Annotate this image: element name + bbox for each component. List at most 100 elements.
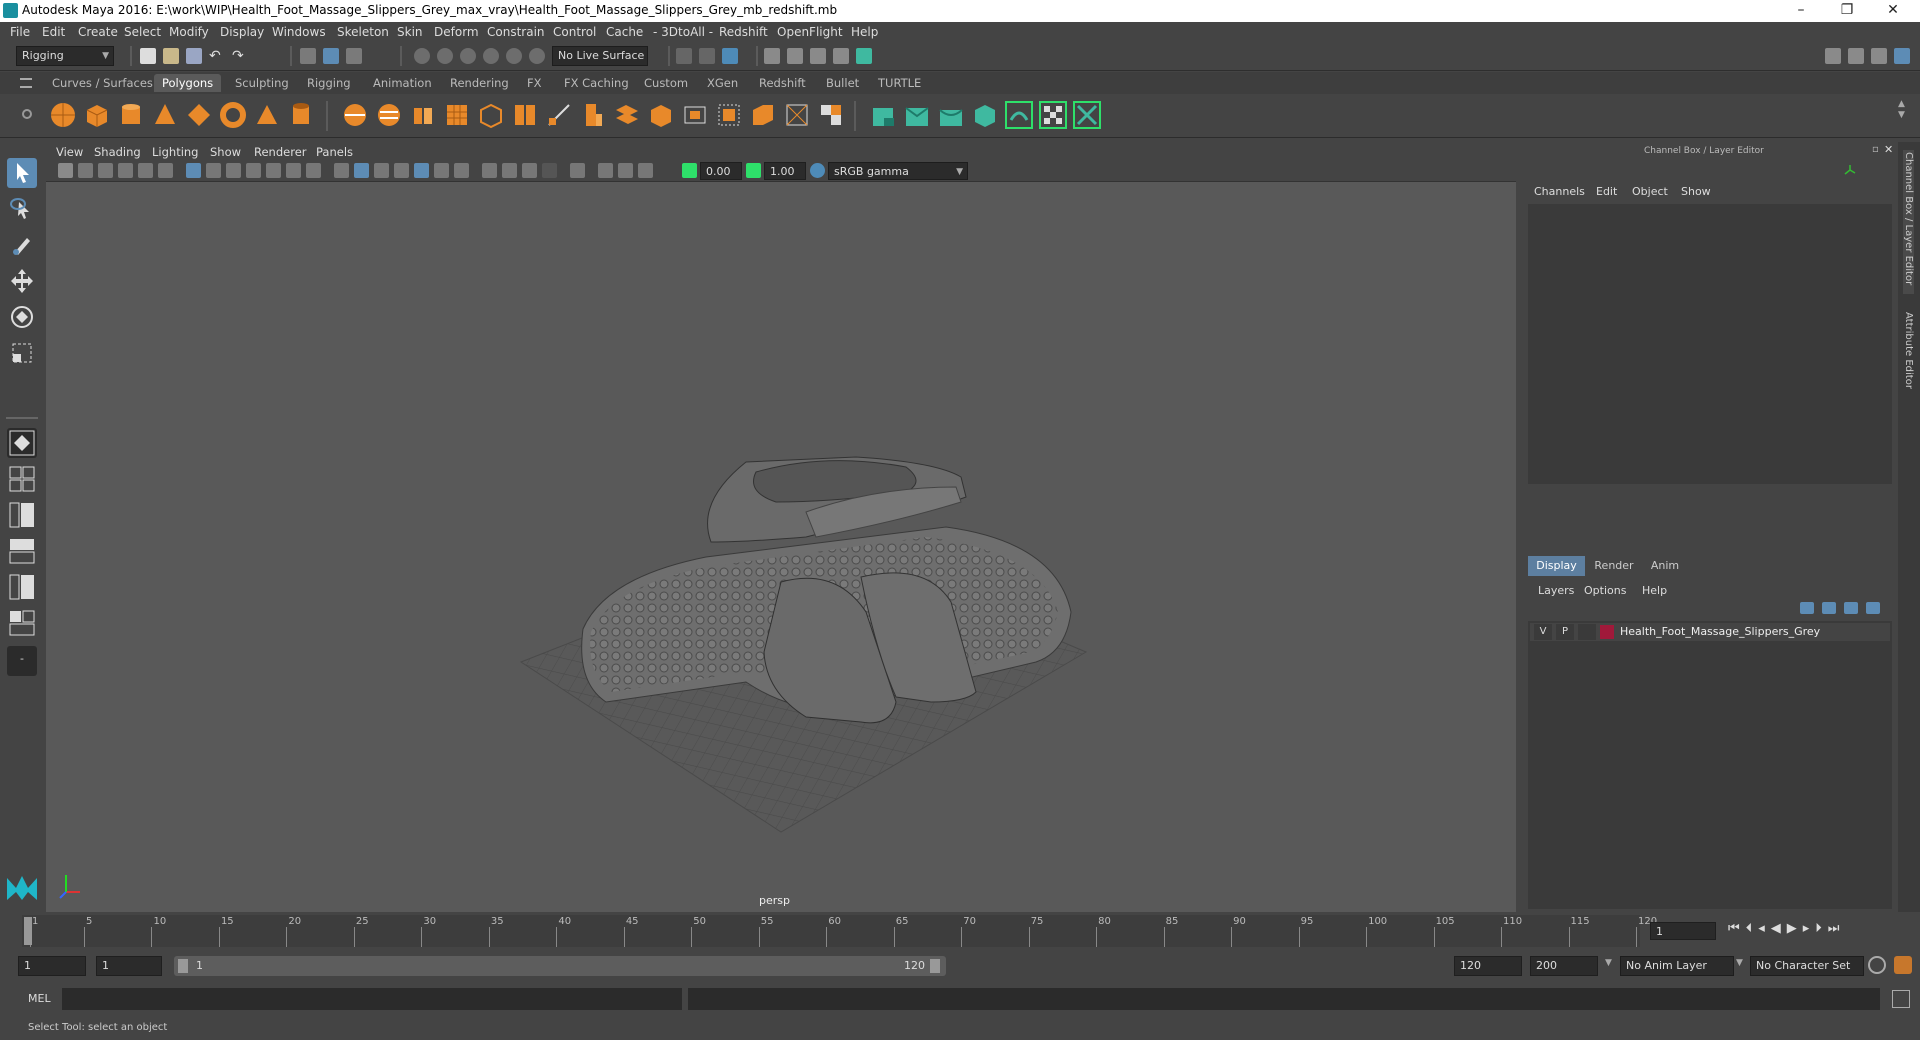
- scale-tool-icon[interactable]: [7, 338, 37, 368]
- snap-grid-icon[interactable]: [414, 48, 430, 64]
- persp-texture-layout-icon[interactable]: [7, 608, 37, 638]
- poly-cube-icon[interactable]: [82, 100, 112, 130]
- lasso-tool-icon[interactable]: [7, 194, 37, 224]
- poly-torus-icon[interactable]: [218, 100, 248, 130]
- channels-menu[interactable]: Channels: [1534, 185, 1585, 198]
- shelf-scroll-icon[interactable]: ▲ ▼: [1898, 99, 1905, 121]
- extract-icon[interactable]: [408, 100, 438, 130]
- multisample-aa-icon[interactable]: [522, 163, 537, 178]
- redshift-render-icon[interactable]: [856, 48, 872, 64]
- gamma-icon[interactable]: [746, 163, 761, 178]
- tool-settings-icon[interactable]: [1871, 48, 1887, 64]
- menu-select[interactable]: Select: [124, 25, 161, 39]
- step-back-key-icon[interactable]: ◂: [1758, 921, 1771, 936]
- side-tab-attribute-editor[interactable]: Attribute Editor: [1903, 312, 1914, 389]
- default-material-icon[interactable]: [374, 163, 389, 178]
- close-button[interactable]: ✕: [1870, 0, 1916, 22]
- layer-visibility-toggle[interactable]: V: [1534, 624, 1552, 640]
- menu-constrain[interactable]: Constrain: [487, 25, 545, 39]
- snap-view-plane-icon[interactable]: [483, 48, 499, 64]
- 2d-pan-zoom-icon[interactable]: [138, 163, 153, 178]
- step-forward-key-icon[interactable]: ▸: [1803, 921, 1816, 936]
- layer-tab-render[interactable]: Render: [1588, 556, 1640, 576]
- uv-layout-icon[interactable]: [1072, 100, 1102, 130]
- exposure-field[interactable]: 0.00: [700, 162, 742, 180]
- viewport-menu-lighting[interactable]: Lighting: [152, 145, 198, 159]
- select-component-icon[interactable]: [346, 48, 362, 64]
- combine-icon[interactable]: [340, 100, 370, 130]
- paint-select-icon[interactable]: [7, 230, 37, 260]
- multi-cut-icon[interactable]: [544, 100, 574, 130]
- hypershade-icon[interactable]: [833, 48, 849, 64]
- side-tab-channel-box[interactable]: Channel Box / Layer Editor: [1903, 150, 1914, 294]
- shelf-tab-redshift[interactable]: Redshift: [751, 74, 814, 92]
- maximize-button[interactable]: ❐: [1824, 0, 1870, 22]
- new-empty-layer-icon[interactable]: [1844, 602, 1858, 614]
- safe-action-icon[interactable]: [286, 163, 301, 178]
- layer-color-swatch[interactable]: [1600, 625, 1614, 639]
- menu-help[interactable]: Help: [851, 25, 878, 39]
- layer-playback-toggle[interactable]: P: [1556, 624, 1574, 640]
- shelf-tab-xgen[interactable]: XGen: [699, 74, 746, 92]
- persp-graph-layout-icon[interactable]: [7, 536, 37, 566]
- uv-editor-icon[interactable]: [816, 100, 846, 130]
- grid-toggle-icon[interactable]: [186, 163, 201, 178]
- channel-object-menu[interactable]: Object: [1632, 185, 1668, 198]
- shelf-tab-sculpting[interactable]: Sculpting: [227, 74, 297, 92]
- menu-skin[interactable]: Skin: [397, 25, 423, 39]
- image-plane-icon[interactable]: [118, 163, 133, 178]
- undo-icon[interactable]: ↶: [209, 48, 225, 64]
- render-view-icon[interactable]: [722, 48, 738, 64]
- move-tool-icon[interactable]: [7, 266, 37, 296]
- xray-icon[interactable]: [598, 163, 613, 178]
- layers-menu[interactable]: Layers: [1538, 584, 1574, 597]
- viewport-menu-show[interactable]: Show: [210, 145, 241, 159]
- textured-icon[interactable]: [414, 163, 429, 178]
- view-transform-dropdown[interactable]: sRGB gamma ▼: [828, 162, 968, 180]
- chevron-down-icon[interactable]: ▼: [1736, 958, 1743, 968]
- menu-edit[interactable]: Edit: [42, 25, 65, 39]
- channel-edit-menu[interactable]: Edit: [1596, 185, 1617, 198]
- snap-curve-icon[interactable]: [437, 48, 453, 64]
- shelf-tab-fx-caching[interactable]: FX Caching: [556, 74, 637, 92]
- shelf-tab-fx[interactable]: FX: [519, 74, 550, 92]
- history-icon[interactable]: [676, 48, 692, 64]
- separate-icon[interactable]: [374, 100, 404, 130]
- four-view-layout-icon[interactable]: [7, 464, 37, 494]
- playback-end-field[interactable]: 120: [1454, 956, 1522, 976]
- menu-windows[interactable]: Windows: [272, 25, 326, 39]
- layer-tab-display[interactable]: Display: [1528, 556, 1585, 576]
- uv-automatic-icon[interactable]: [782, 100, 812, 130]
- motion-blur-icon[interactable]: [502, 163, 517, 178]
- layer-type-toggle[interactable]: [1578, 624, 1596, 640]
- menu-deform[interactable]: Deform: [434, 25, 479, 39]
- poly-pyramid-icon[interactable]: [252, 100, 282, 130]
- shelf-options-icon[interactable]: [22, 109, 32, 119]
- shelf-tool-4-icon[interactable]: [970, 100, 1000, 130]
- redo-icon[interactable]: ↷: [232, 48, 248, 64]
- range-end-handle[interactable]: [930, 959, 940, 973]
- auto-key-icon[interactable]: [1868, 956, 1886, 974]
- viewport-menu-view[interactable]: View: [56, 145, 83, 159]
- checker-map-icon[interactable]: [1038, 100, 1068, 130]
- persp-outliner-layout-icon[interactable]: [7, 500, 37, 530]
- character-set-dropdown[interactable]: No Character Set: [1750, 956, 1864, 976]
- poly-sphere-icon[interactable]: [48, 100, 78, 130]
- command-input[interactable]: [62, 988, 682, 1010]
- exposure-icon[interactable]: [682, 163, 697, 178]
- rotate-tool-icon[interactable]: [7, 302, 37, 332]
- snap-point-icon[interactable]: [460, 48, 476, 64]
- go-to-end-icon[interactable]: ⏭: [1828, 921, 1846, 936]
- attribute-editor-icon[interactable]: [1848, 48, 1864, 64]
- extrude-icon[interactable]: [578, 100, 608, 130]
- shelf-tab-rendering[interactable]: Rendering: [442, 74, 517, 92]
- move-layer-up-icon[interactable]: [1800, 602, 1814, 614]
- viewport-menu-renderer[interactable]: Renderer: [254, 145, 307, 159]
- animation-preferences-icon[interactable]: [1894, 956, 1912, 974]
- wireframe-icon[interactable]: [334, 163, 349, 178]
- playback-start-field[interactable]: 1: [96, 956, 162, 976]
- poly-cylinder-icon[interactable]: [116, 100, 146, 130]
- current-time-indicator[interactable]: [24, 917, 32, 945]
- ipr-render-icon[interactable]: [787, 48, 803, 64]
- uv-planar-icon[interactable]: [748, 100, 778, 130]
